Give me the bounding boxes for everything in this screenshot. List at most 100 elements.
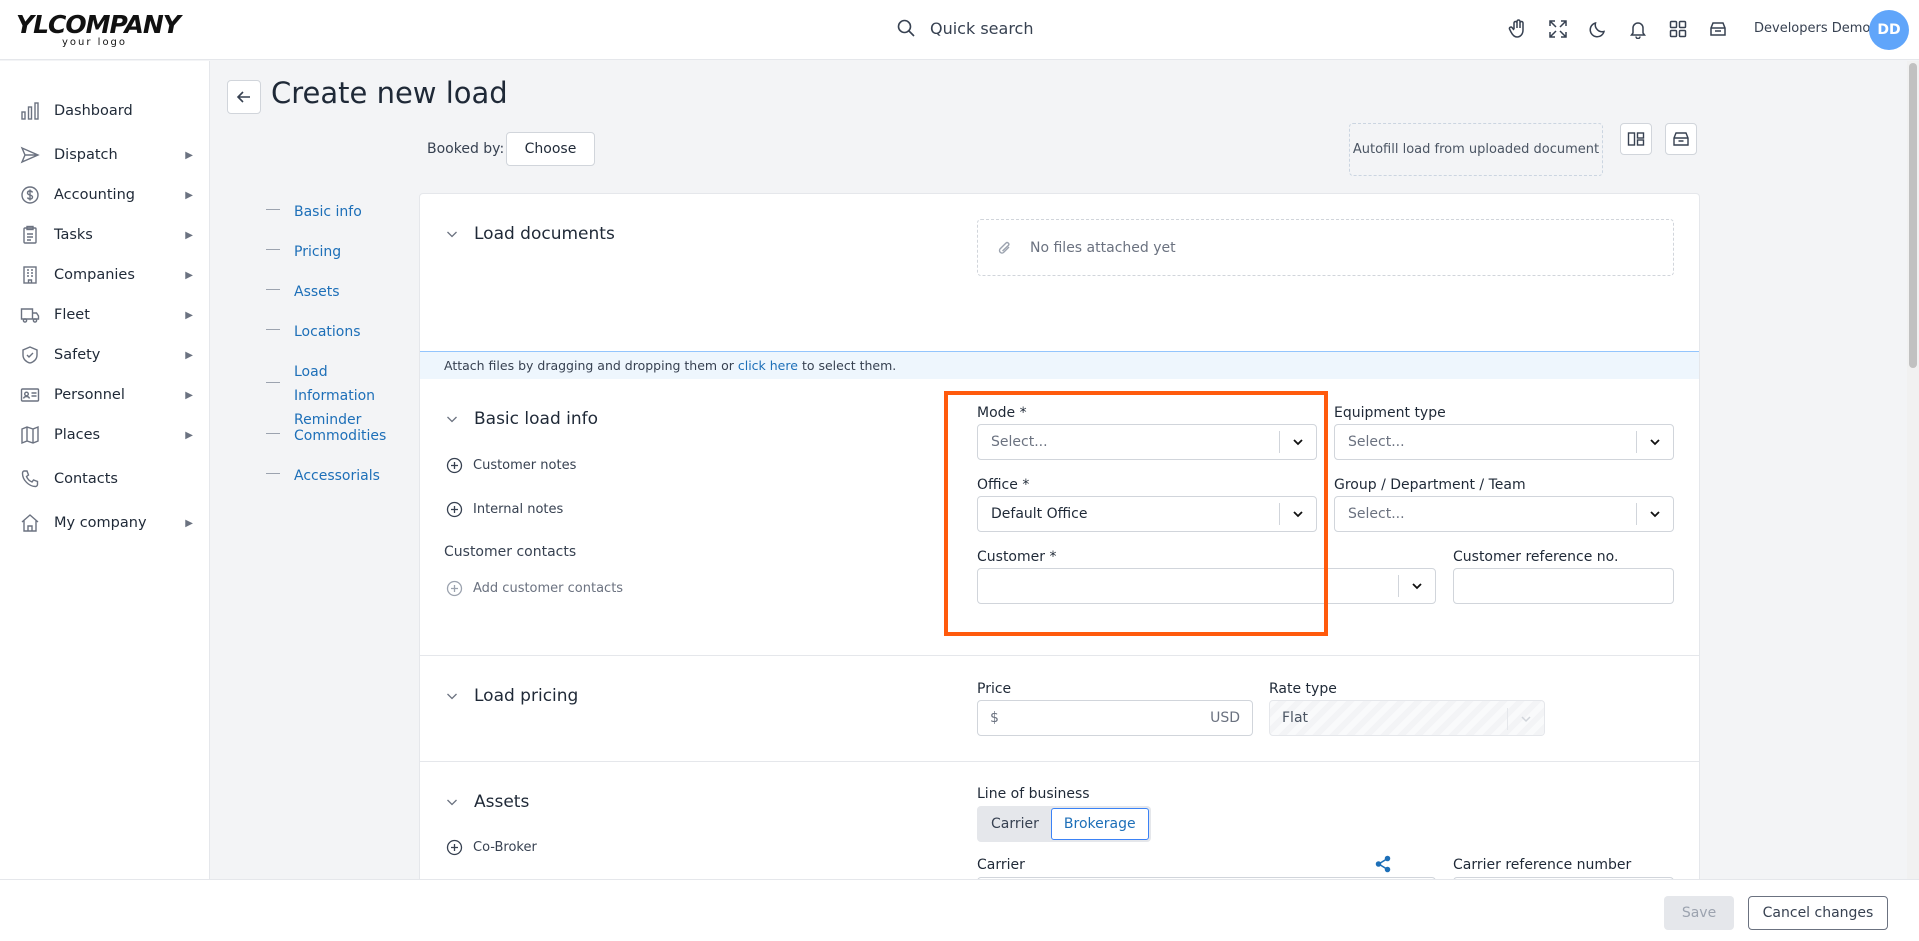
price-input[interactable]: $ USD	[977, 700, 1253, 736]
sidebar-item-dashboard[interactable]: Dashboard	[18, 97, 193, 125]
section-divider	[420, 655, 1699, 656]
autofill-from-document-button[interactable]: Autofill load from uploaded document	[1349, 123, 1603, 176]
bell-icon[interactable]	[1626, 17, 1650, 41]
sidebar-item-personnel[interactable]: Personnel ▶	[18, 381, 193, 409]
chevron-down-icon	[447, 693, 457, 700]
chevron-down-icon	[1280, 436, 1316, 448]
chevron-down-icon	[447, 799, 457, 806]
archive-icon	[1673, 132, 1689, 146]
page-scrollbar[interactable]	[1907, 61, 1919, 879]
lob-option-carrier[interactable]: Carrier	[979, 808, 1051, 840]
internal-notes-label: Internal notes	[473, 502, 564, 517]
sidebar-item-places[interactable]: Places ▶	[18, 421, 193, 449]
plus-circle-icon	[446, 580, 463, 597]
customer-select[interactable]	[977, 568, 1436, 604]
chart-icon	[18, 99, 42, 123]
lob-option-brokerage[interactable]: Brokerage	[1050, 808, 1149, 840]
anchor-label: Locations	[294, 324, 361, 340]
anchor-assets[interactable]: Assets	[266, 280, 340, 304]
anchor-dash	[266, 473, 280, 474]
rate-type-value: Flat	[1282, 710, 1309, 726]
sidebar-item-safety[interactable]: Safety ▶	[18, 341, 193, 369]
office-label: Office *	[977, 477, 1030, 493]
expand-arrow-icon: ▶	[185, 309, 193, 321]
anchor-pricing[interactable]: Pricing	[266, 240, 341, 264]
add-customer-contacts-button[interactable]: Add customer contacts	[446, 580, 623, 597]
file-dropzone[interactable]: No files attached yet	[977, 219, 1674, 276]
line-of-business-label: Line of business	[977, 786, 1090, 802]
sidebar-item-label: My company	[54, 515, 147, 531]
anchor-accessorials[interactable]: Accessorials	[266, 464, 380, 488]
add-customer-contacts-label: Add customer contacts	[473, 581, 624, 596]
anchor-dash	[266, 329, 280, 330]
expand-arrow-icon: ▶	[185, 149, 193, 161]
scrollbar-thumb[interactable]	[1909, 63, 1917, 368]
avatar[interactable]: DD	[1869, 10, 1909, 50]
chevron-down-icon	[1637, 436, 1673, 448]
sidebar-item-tasks[interactable]: Tasks ▶	[18, 221, 193, 249]
paperclip-icon	[998, 241, 1010, 254]
group-department-team-label: Group / Department / Team	[1334, 477, 1526, 493]
co-broker-toggle[interactable]: Co-Broker	[446, 839, 537, 856]
section-title: Load pricing	[474, 686, 579, 706]
section-assets-header[interactable]: Assets	[446, 792, 529, 812]
anchor-dash	[266, 249, 280, 250]
archive-icon[interactable]	[1706, 17, 1730, 41]
internal-notes-toggle[interactable]: Internal notes	[446, 501, 563, 518]
company-logo[interactable]: YLCOMPANY your logo	[16, 10, 181, 48]
sidebar-item-accounting[interactable]: Accounting ▶	[18, 181, 193, 209]
logo-sub-text: your logo	[62, 37, 128, 48]
carrier-reference-label: Carrier reference number	[1453, 857, 1632, 873]
group-department-team-select[interactable]: Select...	[1334, 496, 1674, 532]
sidebar-item-companies[interactable]: Companies ▶	[18, 261, 193, 289]
expand-arrow-icon: ▶	[185, 229, 193, 241]
moon-icon[interactable]	[1586, 17, 1610, 41]
customer-contacts-label: Customer contacts	[444, 544, 577, 560]
archive-button[interactable]	[1665, 123, 1697, 155]
send-icon	[18, 143, 42, 167]
plus-circle-icon	[446, 501, 463, 518]
id-card-icon	[18, 383, 42, 407]
chevron-down-icon	[447, 231, 457, 238]
equipment-type-select[interactable]: Select...	[1334, 424, 1674, 460]
phone-icon	[18, 467, 42, 491]
rate-type-select[interactable]: Flat	[1269, 700, 1545, 736]
user-name[interactable]: Developers Demo	[1754, 21, 1870, 36]
sidebar-item-contacts[interactable]: Contacts	[18, 465, 193, 493]
choose-booked-by-button[interactable]: Choose	[506, 132, 595, 166]
chevron-down-icon	[1520, 713, 1532, 729]
price-currency-code: USD	[1210, 710, 1240, 726]
sidebar-item-dispatch[interactable]: Dispatch ▶	[18, 141, 193, 169]
quick-search[interactable]: Quick search	[896, 18, 1033, 38]
toolbar-icons	[1506, 17, 1730, 41]
mode-label: Mode *	[977, 405, 1027, 421]
back-button[interactable]	[227, 80, 261, 114]
fullscreen-icon[interactable]	[1546, 17, 1570, 41]
apps-grid-icon[interactable]	[1666, 17, 1690, 41]
plus-circle-icon	[446, 457, 463, 474]
customer-notes-toggle[interactable]: Customer notes	[446, 457, 576, 474]
anchor-locations[interactable]: Locations	[266, 320, 361, 344]
truck-icon	[18, 303, 42, 327]
cancel-changes-button[interactable]: Cancel changes	[1748, 896, 1888, 930]
section-title: Basic load info	[474, 409, 599, 429]
anchor-commodities[interactable]: Commodities	[266, 424, 386, 448]
load-form-card: Load documents No files attached yet Att…	[419, 193, 1700, 883]
sidebar-item-my-company[interactable]: My company ▶	[18, 509, 193, 537]
anchor-load-information-reminder[interactable]: Load Information Reminder	[266, 360, 404, 432]
attach-click-here-link[interactable]: click here	[738, 358, 798, 373]
sidebar-item-fleet[interactable]: Fleet ▶	[18, 301, 193, 329]
office-select[interactable]: Default Office	[977, 496, 1317, 532]
section-load-documents-header[interactable]: Load documents	[446, 224, 615, 244]
anchor-basic-info[interactable]: Basic info	[266, 200, 362, 224]
section-basic-info-header[interactable]: Basic load info	[446, 409, 598, 429]
mode-select[interactable]: Select...	[977, 424, 1317, 460]
share-icon[interactable]	[1374, 855, 1392, 877]
section-load-pricing-header[interactable]: Load pricing	[446, 686, 578, 706]
save-button[interactable]: Save	[1664, 896, 1734, 930]
price-label: Price	[977, 681, 1012, 697]
customer-reference-input[interactable]	[1453, 568, 1674, 604]
logo-main-text: YLCOMPANY	[16, 10, 181, 39]
layout-toggle-button[interactable]	[1620, 123, 1652, 155]
hand-icon[interactable]	[1506, 17, 1530, 41]
